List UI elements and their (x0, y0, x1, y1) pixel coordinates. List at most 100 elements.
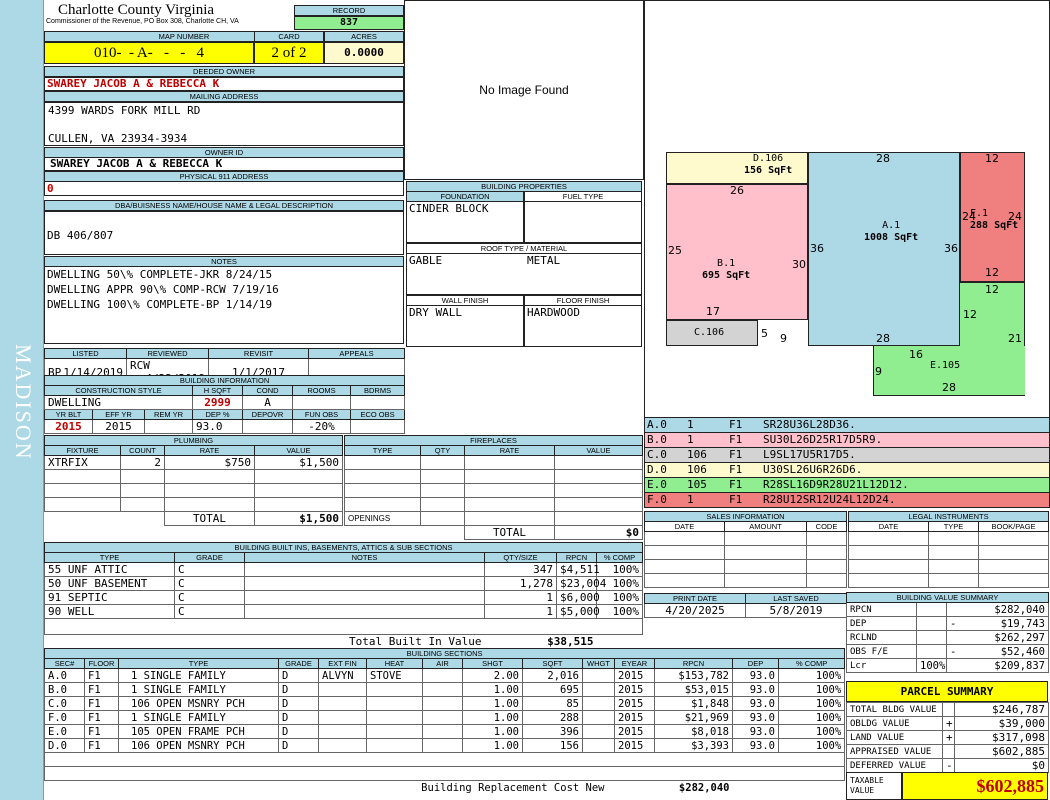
table-row: 55 UNF ATTIC C 347 $4,511 100% (44, 562, 644, 577)
sketch-vectors: A.0 1 F1 SR28U36L28D36. B.0 1 F1 SU30L26D25R17D… (644, 418, 1050, 508)
table-row: F.0 F1 1 SINGLE FAMILY D 1.00 288 2015 $21,969 9… (44, 710, 846, 725)
vector-row: F.0 1 F1 R28U12SR12U24L12D24. (644, 493, 1050, 508)
table-row (344, 497, 643, 512)
whgt-header: WHGT (582, 658, 615, 669)
depovr-label: DEPOVR (242, 409, 293, 420)
listed-label: LISTED (44, 348, 127, 359)
table-row: DEFERRED VALUE - $0 (846, 758, 1049, 773)
vector-cell: A.0 (647, 418, 667, 431)
card-value: 2 of 2 (254, 42, 324, 64)
bdrms-label: BDRMS (349, 385, 406, 396)
funobs-value: -20% (292, 419, 351, 434)
bookpage-header: BOOK/PAGE (977, 521, 1050, 532)
table-row (644, 545, 847, 560)
type-header: TYPE (928, 521, 979, 532)
vector-cell: 1 (687, 418, 694, 431)
heat-header: HEAT (366, 658, 423, 669)
effyr-value: 2015 (92, 419, 145, 434)
dim-label: 17 (706, 305, 720, 318)
yrblt-value: 2015 (44, 419, 93, 434)
dim-label: 5 (761, 327, 768, 340)
shgt-header: SHGT (462, 658, 523, 669)
district-sidebar: MADISON (0, 0, 44, 800)
table-row (344, 469, 643, 484)
sections-total: $282,040 (678, 781, 730, 794)
vector-cell: F.0 (647, 493, 667, 506)
date-header: DATE (644, 521, 725, 532)
table-row (644, 531, 847, 546)
foundation-value: CINDER BLOCK (406, 201, 524, 243)
dim-label: 16 (909, 348, 923, 361)
vector-cell: 106 (687, 463, 707, 476)
date-header: DATE (848, 521, 929, 532)
cond-label: COND (242, 385, 293, 396)
vector-cell: L9SL17U5R17D5. (763, 448, 856, 461)
dim-label: 36 (810, 242, 824, 255)
sales-label: SALES INFORMATION (644, 511, 847, 522)
table-row: 91 SEPTIC C 1 $6,000 100% (44, 590, 644, 605)
building-info-label: BUILDING INFORMATION (43, 375, 406, 386)
table-row: DEP - $19,743 (846, 616, 1049, 631)
table-row: Lcr 100% $209,837 (846, 658, 1049, 673)
dim-label: 12 (963, 308, 977, 321)
appeals-label: APPEALS (308, 348, 405, 359)
record-label: RECORD (294, 5, 404, 16)
sqft-header: SQFT (522, 658, 583, 669)
dim-label: 9 (875, 365, 882, 378)
dim-label: 24 (1008, 210, 1022, 223)
county-title: Charlotte County Virginia (58, 2, 215, 18)
sketch-a-name: A.1 1008 SqFt (864, 220, 919, 243)
reviewed-label: REVIEWED (126, 348, 209, 359)
dim-label: 12 (985, 152, 999, 165)
builtins-total: $38,515 (547, 635, 594, 649)
building-info-table: BUILDING INFORMATION CONSTRUCTION STYLE H… (43, 375, 406, 434)
vector-cell: 106 (687, 448, 707, 461)
table-row (848, 559, 1050, 574)
building-sections-table: BUILDING SECTIONS SEC# FLOOR TYPE GRADE EXT … (43, 648, 846, 795)
vector-cell: D.0 (647, 463, 667, 476)
vector-cell: F1 (729, 463, 743, 476)
county-subtitle: Commissioner of the Revenue, PO Box 308,… (46, 18, 239, 25)
vector-cell: F1 (729, 448, 743, 461)
dim-label: 28 (876, 332, 890, 345)
plumbing-total: $1,500 (254, 511, 343, 526)
legal-label: DBA/BUISNESS NAME/HOUSE NAME & LEGAL DES… (44, 200, 404, 211)
dim-label: 25 (668, 244, 682, 257)
comp-header: % COMP (777, 658, 846, 669)
rpcn-header: RPCN (556, 552, 597, 563)
fixture-header: FIXTURE (44, 445, 121, 456)
print-date-label: PRINT DATE (644, 593, 746, 604)
construction-style-value: DWELLING (44, 395, 193, 410)
building-sketch: D.106 156 SqFt A.1 1008 SqFt B.1 695 SqFt F… (666, 152, 1026, 398)
table-row: C.0 F1 106 OPEN MSNRY PCH D 1.00 85 2015 $1,848… (44, 696, 846, 711)
table-row: OBS F/E - $52,460 (846, 644, 1049, 659)
grade-header: GRADE (278, 658, 319, 669)
sketch-b-name: B.1 695 SqFt (702, 258, 751, 281)
rate-header: RATE (164, 445, 255, 456)
type-header: TYPE (44, 552, 175, 563)
no-image-text: No Image Found (479, 83, 569, 97)
table-row (44, 469, 343, 484)
eyear-header: EYEAR (614, 658, 655, 669)
dim-label: 30 (792, 258, 806, 271)
table-row: OBLDG VALUE + $39,000 (846, 716, 1049, 731)
dim-label: 28 (876, 152, 890, 165)
funobs-label: FUN OBS (292, 409, 351, 420)
sketch-section-a (808, 152, 960, 346)
extfin-header: EXT FIN (318, 658, 367, 669)
sketch-c-name: C.106 (694, 327, 725, 338)
vector-cell: SU30L26D25R17D5R9. (763, 433, 883, 446)
value-header: VALUE (554, 445, 643, 456)
acres-label: ACRES (324, 31, 404, 42)
parcel-summary-label: PARCEL SUMMARY (846, 681, 1048, 702)
ecoobs-label: ECO OBS (349, 409, 406, 420)
table-row (44, 483, 343, 498)
remyr-label: REM YR (144, 409, 193, 420)
vector-cell: R28SL16D9R28U21L12D12. (763, 478, 909, 491)
floor-header: FLOOR (84, 658, 119, 669)
rooms-label: ROOMS (292, 385, 351, 396)
type-header: TYPE (344, 445, 421, 456)
air-header: AIR (422, 658, 463, 669)
vector-cell: R28U12SR12U24L12D24. (763, 493, 896, 506)
note-line: DWELLING APPR 90\% COMP-RCW 7/19/16 (47, 283, 279, 296)
